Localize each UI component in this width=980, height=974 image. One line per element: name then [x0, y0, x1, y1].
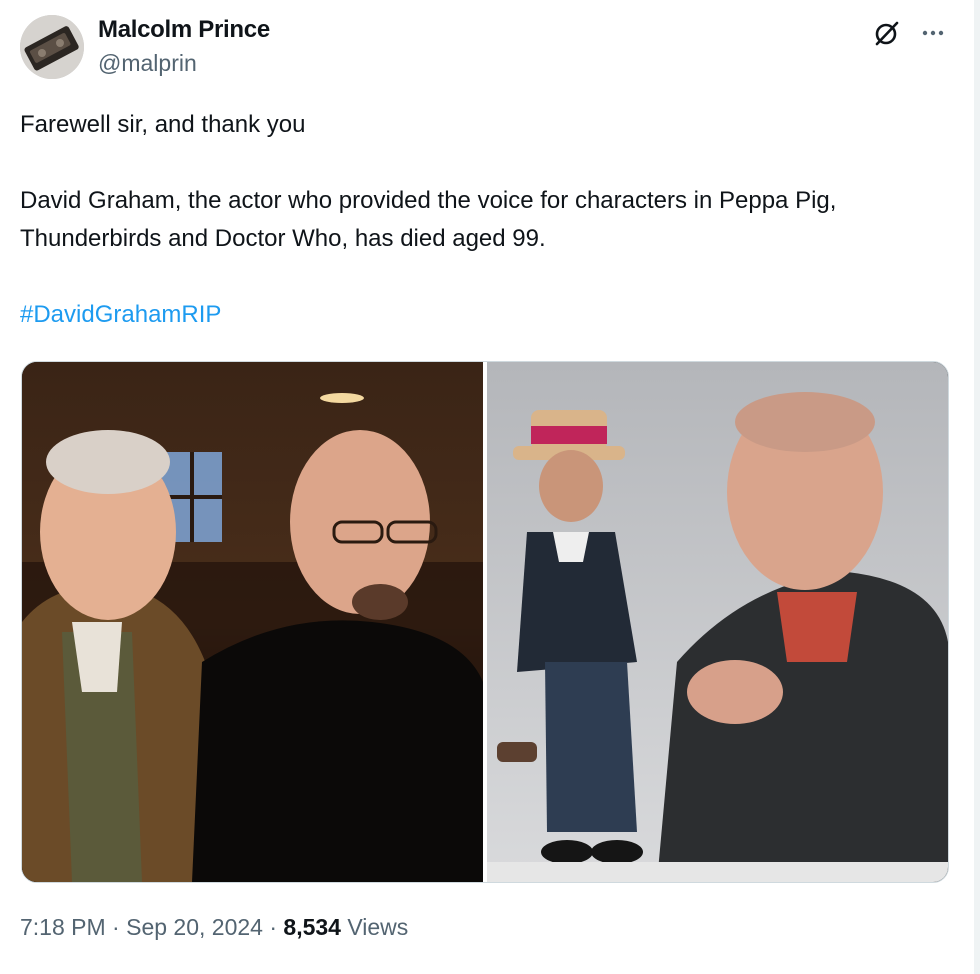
photo-right[interactable]: [487, 362, 948, 882]
grok-icon[interactable]: [872, 18, 902, 48]
tweet-line-news: David Graham, the actor who provided the…: [20, 187, 837, 252]
author-display-name[interactable]: Malcolm Prince: [98, 16, 270, 44]
avatar-image: [20, 15, 84, 79]
tweet-line-farewell: Farewell sir, and thank you: [20, 111, 306, 138]
photo-left[interactable]: [22, 362, 483, 882]
meta-separator: ·: [112, 914, 120, 940]
meta-separator: ·: [269, 914, 278, 940]
author-handle[interactable]: @malprin: [98, 50, 197, 77]
media-grid: [21, 361, 949, 883]
more-options-icon[interactable]: [918, 18, 948, 48]
views-label: Views: [347, 914, 409, 940]
scrollbar-track: [974, 0, 980, 974]
author-avatar[interactable]: [20, 15, 84, 79]
views-count[interactable]: 8,534: [283, 914, 341, 940]
tweet-meta: 7:18 PM · Sep 20, 2024 · 8,534 Views: [20, 914, 408, 941]
tweet-text: Farewell sir, and thank you David Graham…: [20, 106, 950, 334]
tweet-time[interactable]: 7:18 PM: [20, 914, 106, 940]
tweet-date[interactable]: Sep 20, 2024: [126, 914, 263, 940]
hashtag-link[interactable]: #DavidGrahamRIP: [20, 301, 221, 328]
